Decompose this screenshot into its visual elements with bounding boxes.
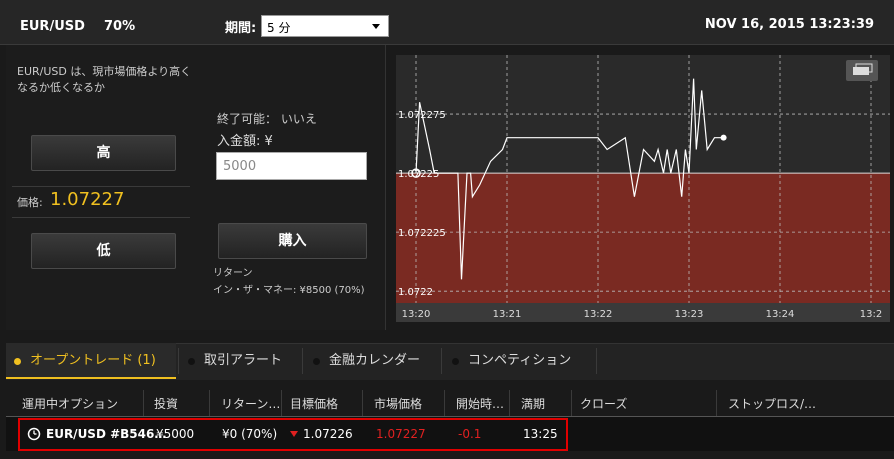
- tab-label: 取引アラート: [204, 353, 283, 368]
- low-button[interactable]: 低: [31, 233, 176, 269]
- current-datetime: NOV 16, 2015 13:23:39: [704, 17, 874, 32]
- bullet-icon: [313, 358, 320, 365]
- layers-icon[interactable]: [846, 60, 878, 81]
- current-price-marker: [720, 134, 727, 141]
- deposit-label: 入金額: ¥: [217, 134, 273, 149]
- tab-divider: [302, 348, 303, 374]
- early-close-status: 終了可能： いいえ: [217, 112, 317, 126]
- asset-symbol: EUR/USD: [20, 19, 85, 34]
- x-tick-label: 13:22: [584, 309, 613, 320]
- tab-label: 金融カレンダー: [329, 353, 421, 368]
- tab-competition[interactable]: コンペティション: [444, 343, 594, 379]
- x-tick-label: 13:23: [675, 309, 704, 320]
- x-tick-label: 13:2: [860, 309, 882, 320]
- tab-divider: [596, 348, 597, 374]
- tab-divider: [441, 348, 442, 374]
- payout-percent: 70%: [104, 19, 136, 34]
- tab-label: コンペティション: [468, 353, 572, 368]
- column-divider: [716, 390, 717, 416]
- x-axis-band: [396, 303, 890, 322]
- column-divider: [362, 390, 363, 416]
- period-select[interactable]: 5 分: [261, 15, 389, 37]
- buy-button[interactable]: 購入: [218, 223, 367, 259]
- tab-divider: [178, 348, 179, 374]
- bullet-icon: [14, 358, 21, 365]
- tab-trade-alerts[interactable]: 取引アラート: [180, 343, 300, 379]
- divider: [12, 186, 190, 187]
- column-header[interactable]: 満期: [521, 395, 545, 412]
- trade-question: EUR/USD は、現市場価格より高くなるか低くなるか: [17, 65, 192, 94]
- divider: [12, 217, 190, 218]
- column-divider: [571, 390, 572, 416]
- tab-economic-calendar[interactable]: 金融カレンダー: [305, 343, 440, 379]
- y-tick-label: 1.0722: [398, 287, 433, 298]
- period-label: 期間:: [225, 21, 257, 36]
- x-tick-label: 13:21: [493, 309, 522, 320]
- column-divider: [509, 390, 510, 416]
- column-divider: [444, 390, 445, 416]
- x-tick-label: 13:24: [766, 309, 795, 320]
- column-header[interactable]: 投資: [154, 395, 178, 412]
- row-highlight-box: [18, 418, 568, 451]
- tab-open-trades[interactable]: オープントレード (1): [6, 343, 176, 379]
- price-label: 価格:: [17, 196, 43, 209]
- column-header[interactable]: 開始時…: [456, 395, 504, 412]
- column-divider: [209, 390, 210, 416]
- bullet-icon: [452, 358, 459, 365]
- in-the-money-payout: イン・ザ・マネー: ¥8500 (70%): [213, 285, 365, 296]
- price-value: 1.07227: [50, 189, 125, 210]
- bullet-icon: [188, 358, 195, 365]
- tab-label: オープントレード (1): [30, 353, 156, 368]
- column-header[interactable]: ストップロス/…: [728, 395, 816, 412]
- high-button[interactable]: 高: [31, 135, 176, 171]
- column-divider: [143, 390, 144, 416]
- price-chart: 1.0722751.072251.0722251.0722 13:20 13:21…: [396, 55, 890, 322]
- amount-input[interactable]: [216, 152, 367, 180]
- period-select-value: 5 分: [267, 21, 291, 35]
- x-tick-label: 13:20: [402, 309, 431, 320]
- column-header[interactable]: 市場価格: [374, 395, 422, 412]
- y-tick-label: 1.072225: [398, 228, 446, 239]
- chevron-down-icon: [372, 24, 380, 29]
- column-header[interactable]: クローズ: [580, 395, 627, 412]
- column-header[interactable]: 運用中オプション: [22, 395, 118, 412]
- below-strike-area: [396, 173, 890, 303]
- return-label: リターン: [213, 268, 253, 279]
- column-header[interactable]: リターン…: [221, 395, 280, 412]
- column-divider: [281, 390, 282, 416]
- column-header[interactable]: 目標価格: [290, 395, 338, 412]
